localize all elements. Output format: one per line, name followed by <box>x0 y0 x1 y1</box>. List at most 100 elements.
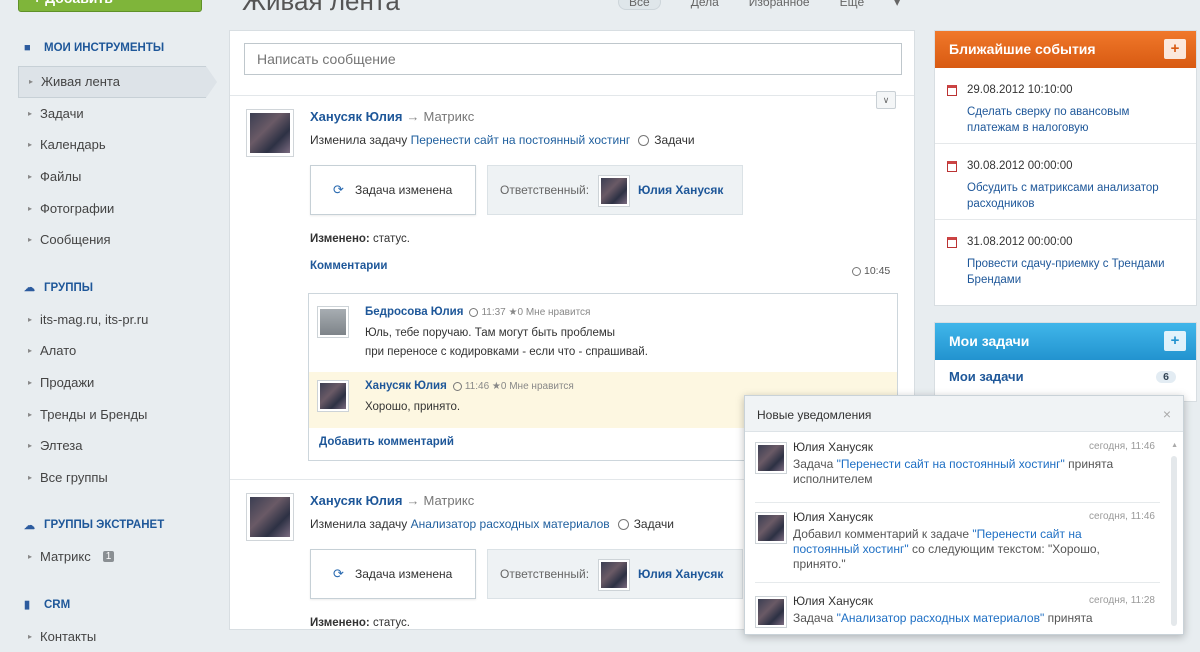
task-link[interactable]: Перенести сайт на постоянный хостинг <box>411 133 631 147</box>
divider <box>755 502 1160 503</box>
sidebar-item-alato[interactable]: ▸ Алато <box>0 335 210 367</box>
sidebar-item-calendar[interactable]: ▸ Календарь <box>0 129 210 161</box>
sidebar-item-label: Живая лента <box>41 74 120 90</box>
chevron-down-icon[interactable]: ∨ <box>876 91 896 109</box>
bullet-icon: ▸ <box>28 314 33 324</box>
bullet-icon: ▸ <box>28 552 33 562</box>
changed-info: Изменено: статус. <box>310 617 410 629</box>
refresh-icon: ⟳ <box>333 182 344 197</box>
bullet-icon: ▸ <box>28 378 33 388</box>
task-link[interactable]: "Анализатор расходных материалов" <box>837 611 1045 625</box>
post-target[interactable]: Матрикс <box>424 109 475 124</box>
avatar[interactable] <box>246 109 294 157</box>
notification-author: Юлия Ханусяк <box>793 594 874 608</box>
sidebar-item-its-mag[interactable]: ▸ its-mag.ru, its-pr.ru <box>0 304 210 336</box>
sidebar-item-live-feed[interactable]: ▸ Живая лента <box>18 66 217 98</box>
sidebar-item-trends[interactable]: ▸ Тренды и Бренды <box>0 398 210 430</box>
sidebar-item-label: Файлы <box>40 169 82 185</box>
bullet-icon: ▸ <box>28 235 33 245</box>
like-button[interactable]: ★0 Мне нравится <box>509 307 591 318</box>
add-task-button[interactable]: + <box>1164 331 1186 351</box>
responsible-label: Ответственный: <box>500 567 590 581</box>
close-icon[interactable]: × <box>1163 406 1171 422</box>
filter-tasks[interactable]: Дела <box>691 0 719 9</box>
task-link[interactable]: "Перенести сайт на постоянный хостинг" <box>837 457 1065 471</box>
event-title[interactable]: Провести сдачу-приемку с Трендами Бренда… <box>967 256 1177 288</box>
category-label: Задачи <box>633 517 674 531</box>
responsible-name[interactable]: Юлия Ханусяк <box>638 183 723 197</box>
author-name[interactable]: Бедросова Юлия <box>365 306 463 318</box>
notification-item[interactable]: Юлия Ханусяк сегодня, 11:46 Задача "Пере… <box>745 440 1165 500</box>
section-crm: ▮ CRM <box>0 595 210 615</box>
sidebar-item-sales[interactable]: ▸ Продажи <box>0 367 210 399</box>
add-comment-link[interactable]: Добавить комментарий <box>319 436 454 448</box>
post-target[interactable]: Матрикс <box>424 493 475 508</box>
sidebar-item-elteza[interactable]: ▸ Элтеза <box>0 430 210 462</box>
text-part: Задача <box>793 457 837 471</box>
responsible-label: Ответственный: <box>500 183 590 197</box>
divider <box>755 582 1160 583</box>
notification-text: Задача "Анализатор расходных материалов"… <box>793 611 1143 626</box>
task-status-box: ⟳ Задача изменена <box>310 549 476 599</box>
my-tasks-link[interactable]: Мои задачи <box>949 369 1024 384</box>
events-widget: Ближайшие события + 29.08.2012 10:10:00 С… <box>934 30 1197 306</box>
responsible-name[interactable]: Юлия Ханусяк <box>638 567 723 581</box>
sidebar-item-photos[interactable]: ▸ Фотографии <box>0 192 210 224</box>
message-input[interactable] <box>244 43 902 75</box>
events-header: Ближайшие события + <box>935 31 1196 68</box>
filter-more[interactable]: Ещё <box>840 0 865 9</box>
notification-text: Добавил комментарий к задаче "Перенести … <box>793 527 1143 572</box>
scroll-up-icon[interactable]: ▲ <box>1171 442 1178 449</box>
post-author[interactable]: Ханусяк Юлия → Матрикс <box>310 493 474 508</box>
notification-time: сегодня, 11:46 <box>1089 511 1155 522</box>
sidebar-item-tasks[interactable]: ▸ Задачи <box>0 98 210 130</box>
event-item[interactable]: 31.08.2012 00:00:00 Провести сдачу-прием… <box>935 220 1196 306</box>
sidebar-item-label: Элтеза <box>40 438 83 454</box>
post-author[interactable]: Ханусяк Юлия → Матрикс <box>310 109 474 124</box>
bullet-icon: ▸ <box>28 140 33 150</box>
feed-filters: Все Дела Избранное Ещё ▾ <box>618 0 900 10</box>
section-my-tools: ■ МОИ ИНСТРУМЕНТЫ <box>0 38 210 58</box>
event-item[interactable]: 29.08.2012 10:10:00 Сделать сверку по ав… <box>935 68 1196 144</box>
filter-favorites[interactable]: Избранное <box>749 0 810 9</box>
notification-item[interactable]: Юлия Ханусяк сегодня, 11:28 Задача "Анал… <box>745 594 1165 634</box>
author-name[interactable]: Ханусяк Юлия <box>365 380 447 392</box>
tasks-count-badge: 6 <box>1156 371 1176 383</box>
sidebar-item-label: Фотографии <box>40 200 115 216</box>
sidebar-item-messages[interactable]: ▸ Сообщения <box>0 224 210 256</box>
event-item[interactable]: 30.08.2012 00:00:00 Обсудить с матриксам… <box>935 144 1196 220</box>
add-event-button[interactable]: + <box>1164 39 1186 59</box>
sidebar-item-label: Задачи <box>40 105 84 121</box>
like-button[interactable]: ★0 Мне нравится <box>492 381 574 392</box>
add-button[interactable]: + Добавить <box>18 0 202 12</box>
filter-all[interactable]: Все <box>618 0 661 10</box>
author-name[interactable]: Ханусяк Юлия <box>310 109 403 124</box>
sidebar-item-contacts[interactable]: ▸ Контакты <box>0 621 210 652</box>
event-title[interactable]: Обсудить с матриксами анализатор расходн… <box>967 180 1177 212</box>
scrollbar[interactable] <box>1171 456 1177 626</box>
sidebar-item-all-groups[interactable]: ▸ Все группы <box>0 462 210 494</box>
notifications-popup: Новые уведомления × ▲ Юлия Ханусяк сегодн… <box>744 395 1184 635</box>
crm-icon: ▮ <box>24 599 31 612</box>
comment-text: Хорошо, принято. <box>365 398 460 417</box>
text-part: Добавил комментарий к задаче <box>793 527 973 541</box>
comment-author[interactable]: Бедросова Юлия 11:37 ★0 Мне нравится <box>365 306 590 318</box>
event-title[interactable]: Сделать сверку по авансовым платежам в н… <box>967 104 1177 136</box>
comments-link[interactable]: Комментарии <box>310 260 387 272</box>
notification-time: сегодня, 11:46 <box>1089 441 1155 452</box>
clock-icon <box>638 135 650 147</box>
notification-item[interactable]: Юлия Ханусяк сегодня, 11:46 Добавил комм… <box>745 510 1165 580</box>
comment-line: при переносе с кодировками - если что - … <box>365 346 648 358</box>
comment-author[interactable]: Ханусяк Юлия 11:46 ★0 Мне нравится <box>365 380 574 392</box>
text-part: принята <box>1044 611 1093 625</box>
calendar-icon <box>947 237 957 248</box>
sidebar-item-matrix[interactable]: ▸ Матрикс 1 <box>0 541 210 573</box>
sidebar-item-files[interactable]: ▸ Файлы <box>0 161 210 193</box>
task-link[interactable]: Анализатор расходных материалов <box>411 517 610 531</box>
sidebar-item-label: Календарь <box>40 137 106 153</box>
task-status-box: ⟳ Задача изменена <box>310 165 476 215</box>
changed-label: Изменено: <box>310 617 370 629</box>
author-name[interactable]: Ханусяк Юлия <box>310 493 403 508</box>
avatar[interactable] <box>246 493 294 541</box>
filter-funnel-icon[interactable]: ▾ <box>894 0 900 9</box>
